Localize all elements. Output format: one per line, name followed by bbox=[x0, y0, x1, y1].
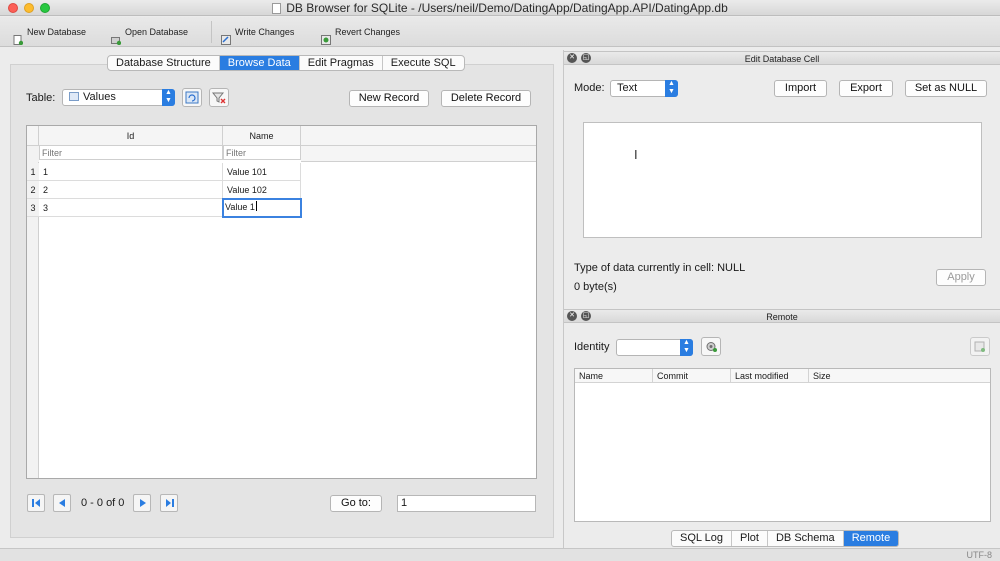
goto-input[interactable]: 1 bbox=[397, 495, 536, 512]
last-page-button[interactable] bbox=[160, 494, 178, 512]
zoom-window-button[interactable] bbox=[40, 3, 50, 13]
table-cell-id[interactable]: 1 bbox=[39, 163, 223, 181]
goto-button[interactable]: Go to: bbox=[330, 495, 382, 512]
cell-type-text: Type of data currently in cell: NULL bbox=[574, 262, 746, 274]
previous-page-icon bbox=[59, 499, 65, 507]
refresh-icon bbox=[185, 91, 199, 104]
page-info: 0 - 0 of 0 bbox=[81, 497, 125, 509]
new-database-icon bbox=[13, 27, 24, 46]
revert-changes-button[interactable]: Revert Changes bbox=[321, 17, 400, 47]
table-cell-id[interactable]: 3 bbox=[39, 199, 223, 217]
table-cell-id[interactable]: 2 bbox=[39, 181, 223, 199]
table-icon bbox=[69, 92, 79, 101]
delete-record-button[interactable]: Delete Record bbox=[441, 90, 531, 107]
new-database-button[interactable]: New Database bbox=[13, 17, 86, 47]
identity-label: Identity bbox=[574, 341, 610, 353]
remote-column-commit[interactable]: Commit bbox=[653, 369, 731, 383]
text-cursor bbox=[255, 201, 257, 211]
cell-editor-textarea[interactable]: I bbox=[583, 122, 982, 238]
clear-filters-button[interactable] bbox=[209, 88, 229, 107]
document-icon bbox=[272, 3, 282, 14]
tab-edit-pragmas[interactable]: Edit Pragmas bbox=[300, 56, 383, 70]
float-icon[interactable]: ◱ bbox=[581, 53, 591, 63]
chevron-updown-icon: ▲ ▼ bbox=[680, 339, 693, 356]
status-bar: UTF-8 bbox=[0, 548, 1000, 561]
remote-column-size[interactable]: Size bbox=[809, 369, 990, 383]
row-number[interactable]: 2 bbox=[27, 181, 39, 199]
chevron-updown-icon: ▲ ▼ bbox=[665, 80, 678, 97]
remote-column-last-modified[interactable]: Last modified bbox=[731, 369, 809, 383]
previous-page-button[interactable] bbox=[53, 494, 71, 512]
open-database-button[interactable]: Open Database bbox=[111, 17, 188, 47]
window-title: DB Browser for SQLite - /Users/neil/Demo… bbox=[286, 1, 728, 15]
clear-filter-icon bbox=[211, 92, 226, 104]
title-bar: DB Browser for SQLite - /Users/neil/Demo… bbox=[0, 0, 1000, 16]
gear-icon bbox=[706, 342, 717, 352]
remote-title: Remote bbox=[564, 309, 1000, 323]
close-window-button[interactable] bbox=[8, 3, 18, 13]
cell-size-text: 0 byte(s) bbox=[574, 281, 617, 293]
tab-browse-data[interactable]: Browse Data bbox=[219, 56, 300, 70]
mode-label: Mode: bbox=[574, 82, 605, 94]
table-label: Table: bbox=[26, 92, 56, 104]
chevron-updown-icon: ▲ ▼ bbox=[162, 89, 175, 106]
write-changes-icon bbox=[221, 27, 231, 45]
import-button[interactable]: Import bbox=[774, 80, 827, 97]
encoding-label: UTF-8 bbox=[966, 550, 993, 560]
filter-filler bbox=[301, 146, 536, 162]
toolbar-separator bbox=[211, 21, 212, 43]
close-icon[interactable]: ✕ bbox=[567, 53, 577, 63]
export-button[interactable]: Export bbox=[839, 80, 893, 97]
table-select[interactable]: Values ▲ ▼ bbox=[62, 89, 175, 106]
editing-cell-value: Value 1 bbox=[225, 202, 255, 212]
ibeam-cursor-icon: I bbox=[634, 147, 638, 162]
tab-plot[interactable]: Plot bbox=[732, 531, 768, 546]
push-icon bbox=[974, 341, 985, 352]
remote-column-name[interactable]: Name bbox=[575, 369, 653, 383]
write-changes-button[interactable]: Write Changes bbox=[221, 17, 294, 47]
column-header-id[interactable]: Id bbox=[39, 126, 223, 146]
set-null-button[interactable]: Set as NULL bbox=[905, 80, 987, 97]
table-cell-name[interactable]: Value 102 bbox=[223, 181, 301, 199]
minimize-window-button[interactable] bbox=[24, 3, 34, 13]
close-icon[interactable]: ✕ bbox=[567, 311, 577, 321]
row-number[interactable]: 3 bbox=[27, 199, 39, 217]
main-tab-bar: Database Structure Browse Data Edit Prag… bbox=[107, 55, 465, 71]
filter-row-gutter bbox=[27, 146, 39, 162]
header-filler bbox=[301, 126, 536, 146]
editing-cell-name[interactable]: Value 1 bbox=[222, 198, 302, 218]
identity-settings-button[interactable] bbox=[701, 337, 721, 356]
remote-push-button[interactable] bbox=[970, 337, 990, 356]
filter-input-name[interactable] bbox=[223, 145, 301, 160]
main-toolbar: New Database Open Database Write Changes… bbox=[0, 17, 1000, 47]
first-page-button[interactable] bbox=[27, 494, 45, 512]
refresh-button[interactable] bbox=[182, 88, 202, 107]
mode-select[interactable]: Text ▲ ▼ bbox=[610, 80, 678, 97]
tab-execute-sql[interactable]: Execute SQL bbox=[383, 56, 464, 70]
edit-cell-title: Edit Database Cell bbox=[564, 51, 1000, 65]
mode-select-value: Text bbox=[617, 82, 638, 94]
column-header-name[interactable]: Name bbox=[223, 126, 301, 146]
grid-corner bbox=[27, 126, 39, 146]
dock-tab-bar: SQL Log Plot DB Schema Remote bbox=[671, 530, 900, 547]
table-cell-name[interactable]: Value 101 bbox=[223, 163, 301, 181]
revert-changes-icon bbox=[321, 27, 331, 45]
filter-input-id[interactable] bbox=[39, 145, 223, 160]
tab-remote[interactable]: Remote bbox=[843, 531, 899, 546]
next-page-icon bbox=[140, 499, 146, 507]
float-icon[interactable]: ◱ bbox=[581, 311, 591, 321]
tab-database-structure[interactable]: Database Structure bbox=[108, 56, 220, 70]
identity-select[interactable]: ▲ ▼ bbox=[616, 339, 693, 356]
data-grid: Id Name 1 1 Value 101 2 2 Value 102 3 3 … bbox=[26, 125, 537, 479]
tab-db-schema[interactable]: DB Schema bbox=[768, 531, 844, 546]
next-page-button[interactable] bbox=[133, 494, 151, 512]
table-select-value: Values bbox=[83, 91, 116, 103]
open-database-icon bbox=[111, 27, 122, 46]
apply-button[interactable]: Apply bbox=[936, 269, 986, 286]
row-number[interactable]: 1 bbox=[27, 163, 39, 181]
tab-sql-log[interactable]: SQL Log bbox=[672, 531, 733, 546]
remote-file-table: Name Commit Last modified Size bbox=[574, 368, 991, 522]
new-record-button[interactable]: New Record bbox=[349, 90, 429, 107]
